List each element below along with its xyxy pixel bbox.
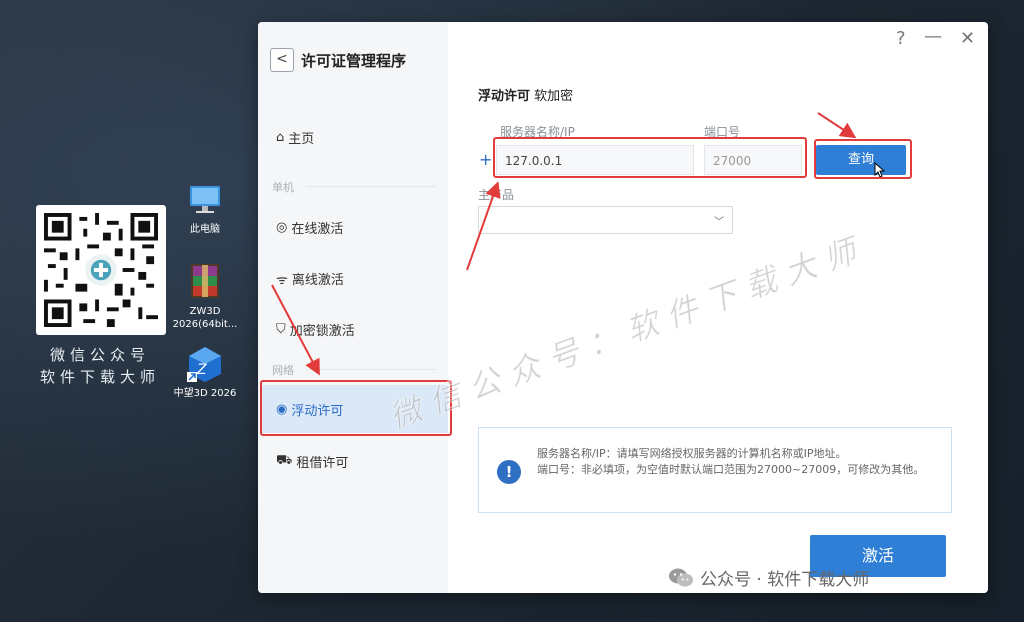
annotation-arrows xyxy=(271,112,857,376)
wechat-icon xyxy=(669,568,693,586)
arrow-to-floating xyxy=(271,284,320,376)
arrow-to-server-input xyxy=(466,181,501,271)
wechat-account-label: 公众号 · 软件下载大师 xyxy=(700,570,870,590)
arrow-to-query xyxy=(817,112,857,139)
wechat-account-tag: 公众号 · 软件下载大师 xyxy=(668,565,869,590)
